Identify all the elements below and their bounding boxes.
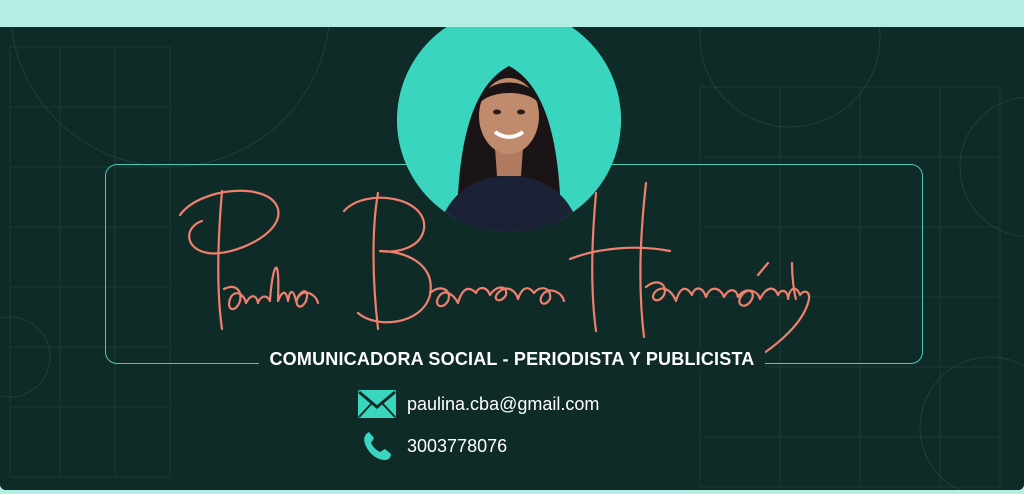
phone-row[interactable]: 3003778076 [357, 429, 507, 463]
job-title-text: COMUNICADORA SOCIAL - PERIODISTA Y PUBLI… [259, 349, 765, 369]
email-row[interactable]: paulina.cba@gmail.com [357, 387, 599, 421]
mail-icon [357, 387, 397, 421]
signature-name [178, 181, 811, 359]
signature-card: COMUNICADORA SOCIAL - PERIODISTA Y PUBLI… [0, 27, 1024, 490]
phone-icon [357, 429, 397, 463]
job-title: COMUNICADORA SOCIAL - PERIODISTA Y PUBLI… [0, 349, 1024, 370]
email-link[interactable]: paulina.cba@gmail.com [407, 394, 599, 415]
phone-number[interactable]: 3003778076 [407, 436, 507, 457]
